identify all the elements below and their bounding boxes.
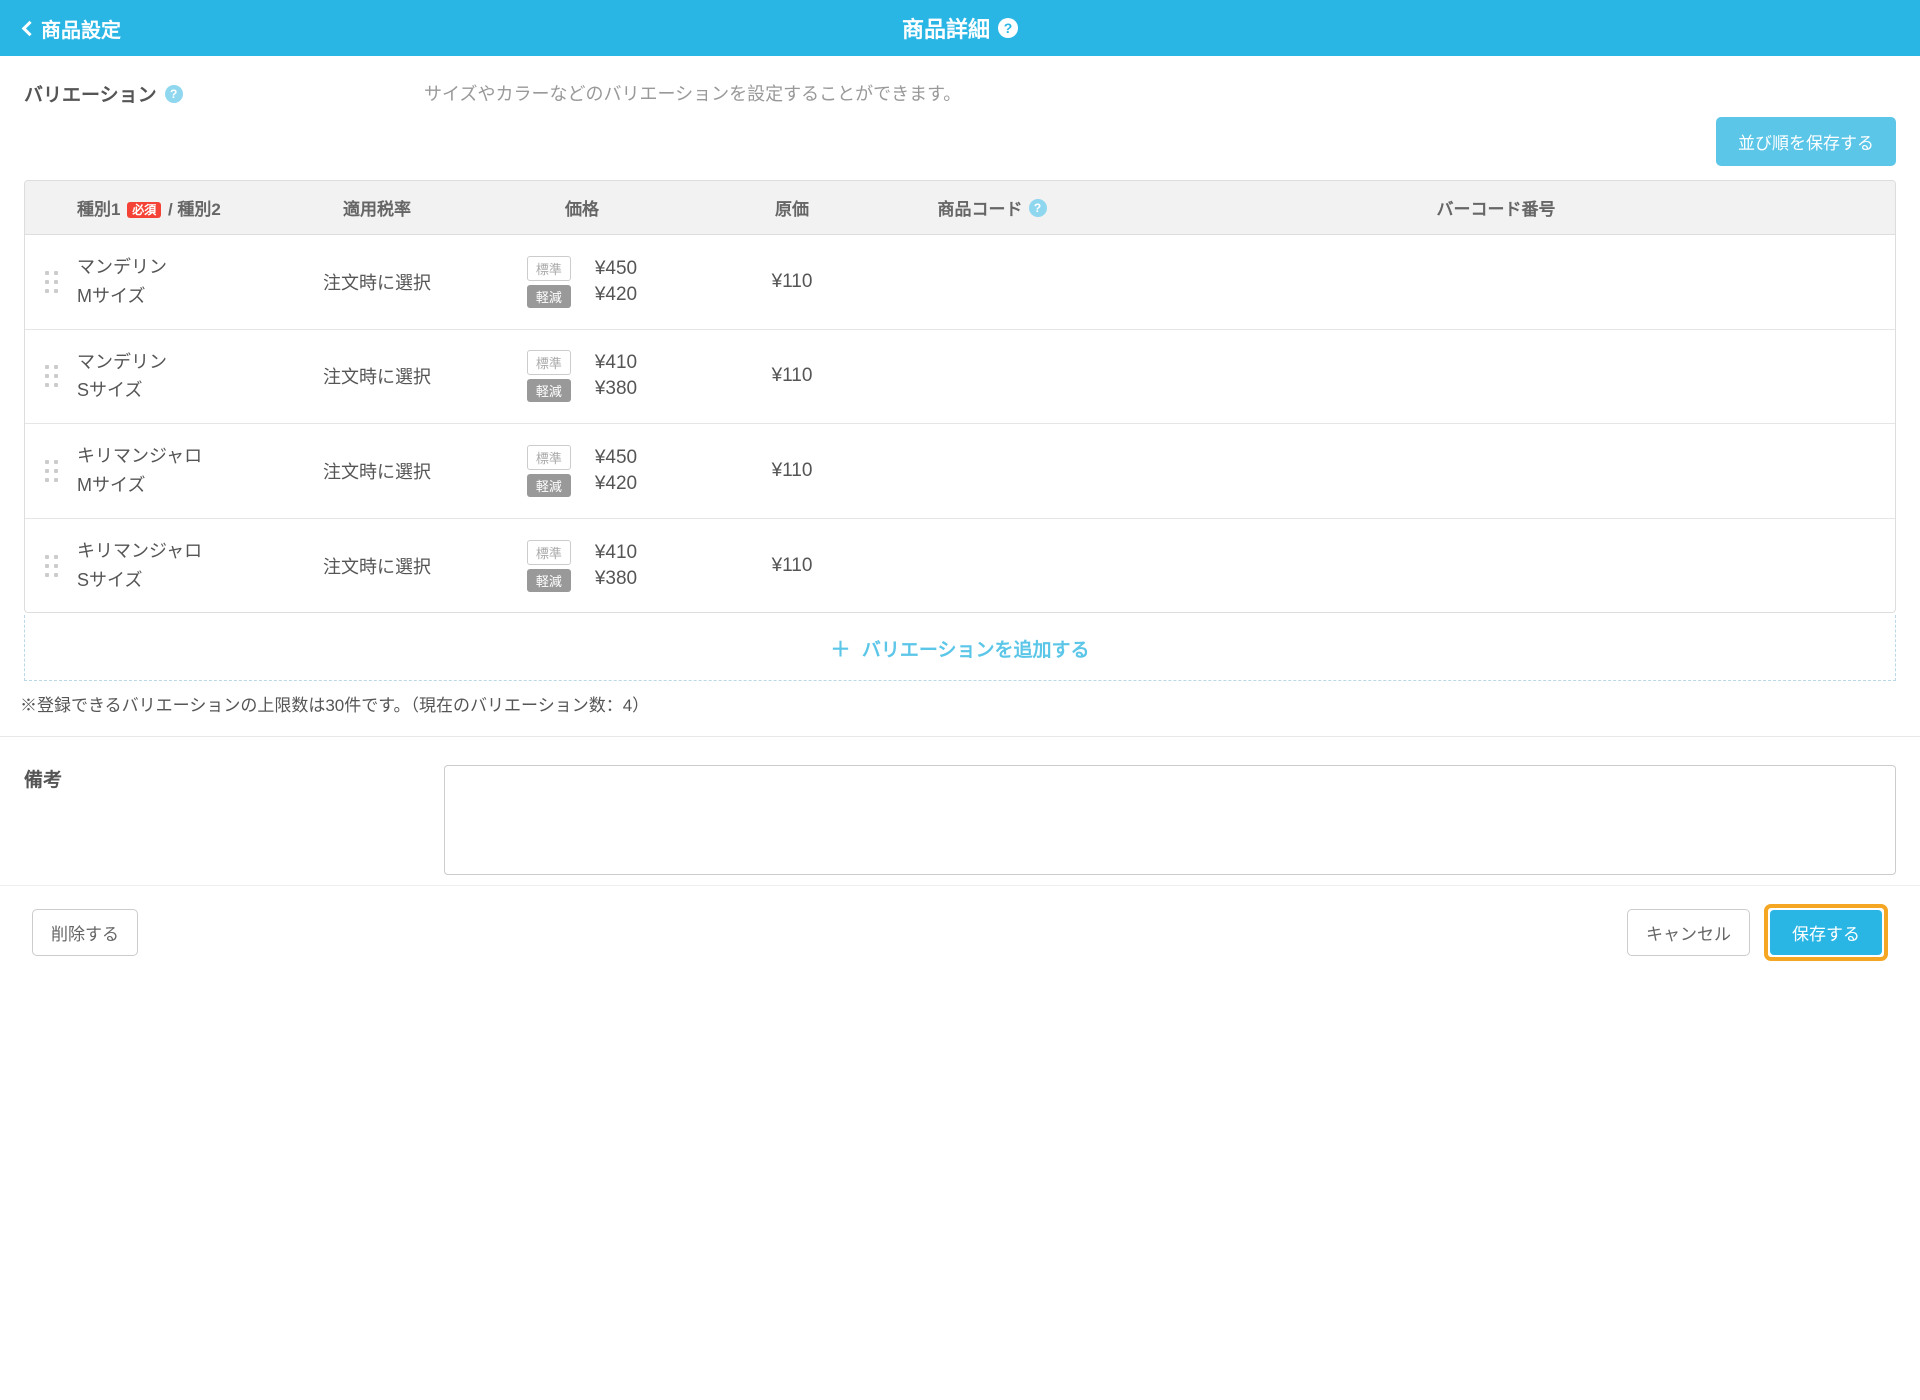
table-row[interactable]: マンデリン Mサイズ 注文時に選択 標準 軽減 ¥450 ¥420 ¥110	[25, 235, 1895, 330]
variation-section-label: バリエーション ?	[24, 80, 424, 107]
price-cell: 標準 軽減 ¥410 ¥380	[467, 350, 697, 402]
type-cell: マンデリン Mサイズ	[77, 253, 287, 311]
type2-value: Mサイズ	[77, 282, 287, 311]
price-reduced: ¥420	[595, 284, 637, 306]
variation-label-text: バリエーション	[24, 80, 157, 107]
memo-textarea[interactable]	[444, 765, 1896, 875]
price-standard: ¥410	[595, 352, 637, 374]
chevron-left-icon	[22, 20, 38, 36]
type2-header: / 種別2	[168, 200, 221, 219]
price-cell: 標準 軽減 ¥450 ¥420	[467, 445, 697, 497]
cancel-button[interactable]: キャンセル	[1627, 909, 1750, 956]
variation-table: 種別1 必須 / 種別2 適用税率 価格 原価 商品コード ? バーコード番号 …	[24, 180, 1896, 613]
delete-button[interactable]: 削除する	[32, 909, 138, 956]
help-icon[interactable]: ?	[165, 85, 183, 103]
add-variation-button[interactable]: ＋ バリエーションを追加する	[24, 615, 1896, 681]
price-standard: ¥450	[595, 258, 637, 280]
type1-value: キリマンジャロ	[77, 537, 287, 566]
standard-badge: 標準	[527, 445, 571, 470]
type2-value: Mサイズ	[77, 471, 287, 500]
reduced-badge: 軽減	[527, 285, 571, 308]
standard-badge: 標準	[527, 256, 571, 281]
tax-cell: 注文時に選択	[287, 458, 467, 484]
page-title: 商品詳細 ?	[902, 12, 1018, 44]
drag-handle-icon[interactable]	[25, 460, 77, 482]
drag-handle-icon[interactable]	[25, 365, 77, 387]
help-icon[interactable]: ?	[998, 18, 1018, 38]
type2-value: Sサイズ	[77, 566, 287, 595]
help-icon[interactable]: ?	[1029, 199, 1047, 217]
price-reduced: ¥380	[595, 378, 637, 400]
col-code-header: 商品コード ?	[887, 195, 1097, 220]
add-variation-label: バリエーションを追加する	[862, 640, 1090, 661]
drag-handle-icon[interactable]	[25, 271, 77, 293]
type1-header: 種別1	[77, 200, 120, 219]
reduced-badge: 軽減	[527, 474, 571, 497]
page-title-text: 商品詳細	[902, 12, 990, 44]
save-button[interactable]: 保存する	[1770, 910, 1882, 955]
type1-value: マンデリン	[77, 348, 287, 377]
table-row[interactable]: マンデリン Sサイズ 注文時に選択 標準 軽減 ¥410 ¥380 ¥110	[25, 330, 1895, 425]
tax-cell: 注文時に選択	[287, 363, 467, 389]
type1-value: キリマンジャロ	[77, 442, 287, 471]
type-cell: キリマンジャロ Mサイズ	[77, 442, 287, 500]
price-reduced: ¥380	[595, 568, 637, 590]
drag-handle-icon[interactable]	[25, 555, 77, 577]
cost-cell: ¥110	[697, 555, 887, 577]
price-cell: 標準 軽減 ¥450 ¥420	[467, 256, 697, 308]
standard-badge: 標準	[527, 350, 571, 375]
table-row[interactable]: キリマンジャロ Mサイズ 注文時に選択 標準 軽減 ¥450 ¥420 ¥110	[25, 424, 1895, 519]
tax-cell: 注文時に選択	[287, 553, 467, 579]
code-header-text: 商品コード	[938, 195, 1023, 220]
col-barcode-header: バーコード番号	[1097, 195, 1895, 220]
type2-value: Sサイズ	[77, 376, 287, 405]
type-cell: キリマンジャロ Sサイズ	[77, 537, 287, 595]
variation-section-description: サイズやカラーなどのバリエーションを設定することができます。	[424, 80, 961, 106]
type1-value: マンデリン	[77, 253, 287, 282]
plus-icon: ＋	[831, 639, 851, 661]
col-cost-header: 原価	[697, 195, 887, 220]
header-bar: 商品設定 商品詳細 ?	[0, 0, 1920, 56]
price-standard: ¥450	[595, 447, 637, 469]
table-row[interactable]: キリマンジャロ Sサイズ 注文時に選択 標準 軽減 ¥410 ¥380 ¥110	[25, 519, 1895, 613]
type-cell: マンデリン Sサイズ	[77, 348, 287, 406]
save-button-highlight: 保存する	[1764, 904, 1888, 961]
reduced-badge: 軽減	[527, 569, 571, 592]
price-standard: ¥410	[595, 542, 637, 564]
col-tax-header: 適用税率	[287, 195, 467, 220]
tax-cell: 注文時に選択	[287, 269, 467, 295]
back-button[interactable]: 商品設定	[0, 14, 145, 43]
memo-label: 備考	[24, 765, 424, 875]
required-badge: 必須	[127, 202, 161, 218]
footer-bar: 削除する キャンセル 保存する	[0, 885, 1920, 979]
price-cell: 標準 軽減 ¥410 ¥380	[467, 540, 697, 592]
col-type-header: 種別1 必須 / 種別2	[77, 195, 287, 220]
cost-cell: ¥110	[697, 460, 887, 482]
back-label: 商品設定	[41, 14, 121, 43]
limit-note: ※登録できるバリエーションの上限数は30件です。（現在のバリエーション数：4）	[0, 681, 1920, 736]
table-header: 種別1 必須 / 種別2 適用税率 価格 原価 商品コード ? バーコード番号	[25, 181, 1895, 235]
reduced-badge: 軽減	[527, 379, 571, 402]
price-reduced: ¥420	[595, 473, 637, 495]
cost-cell: ¥110	[697, 271, 887, 293]
standard-badge: 標準	[527, 540, 571, 565]
save-order-button[interactable]: 並び順を保存する	[1716, 117, 1896, 166]
col-price-header: 価格	[467, 195, 697, 220]
cost-cell: ¥110	[697, 365, 887, 387]
